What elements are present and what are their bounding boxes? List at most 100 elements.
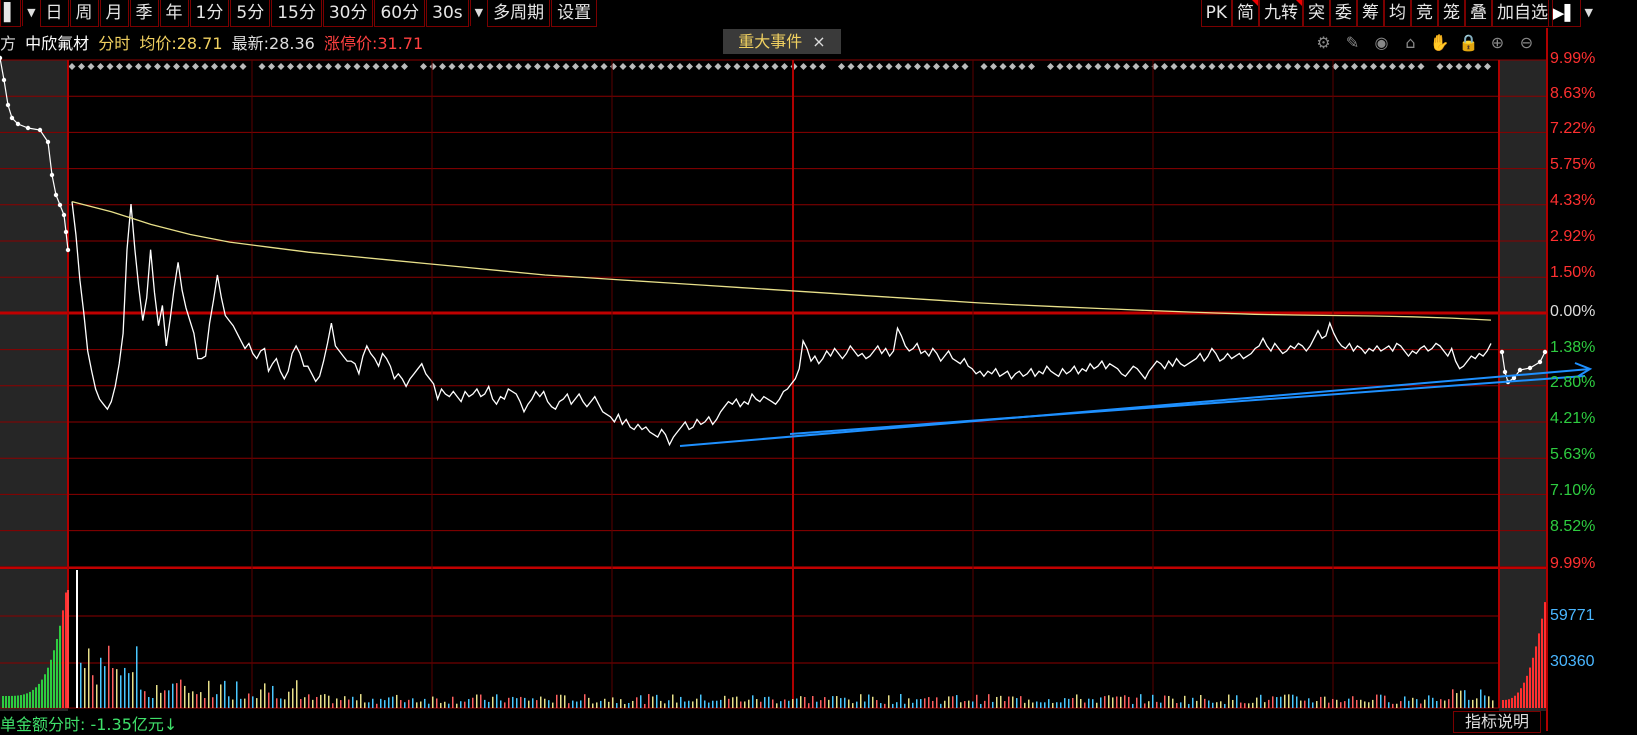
feature-button[interactable]: 九转: [1259, 0, 1303, 27]
zoom-out-icon[interactable]: ⊖: [1515, 32, 1538, 54]
feature-button[interactable]: 加自选: [1492, 0, 1553, 27]
volume-bar: [984, 700, 986, 708]
period-button[interactable]: 15分: [271, 0, 322, 27]
period-dropdown-icon[interactable]: ▼: [22, 0, 39, 26]
period-buttons: ▌ ▼ 日周月季年 1分 5分 15分 30分 60分 30s ▼ 多周期 设置: [0, 0, 598, 28]
volume-bar: [900, 694, 902, 708]
volume-bar: [1268, 699, 1270, 708]
volume-bar: [928, 697, 930, 708]
volume-bar: [644, 703, 646, 708]
feature-button[interactable]: 叠: [1465, 0, 1492, 27]
period-toolbar: ▌ ▼ 日周月季年 1分 5分 15分 30分 60分 30s ▼ 多周期 设置 PK 简九转突委筹均竞…: [0, 0, 1637, 28]
period-button[interactable]: 季: [129, 0, 159, 27]
volume-bar: [96, 684, 98, 708]
volume-bar: [292, 688, 294, 708]
volume-bar: [1523, 682, 1525, 708]
feature-button[interactable]: 突: [1303, 0, 1330, 27]
volume-bar: [1288, 694, 1290, 708]
period-button[interactable]: 60分: [374, 0, 426, 27]
period-button[interactable]: 周: [69, 0, 99, 27]
volume-bar: [444, 701, 446, 708]
volume-bar: [648, 694, 650, 708]
hand-icon[interactable]: ✋: [1428, 32, 1451, 54]
volume-bar: [11, 695, 13, 708]
volume-bar: [284, 699, 286, 708]
volume-bar: [1514, 695, 1516, 708]
volume-bar: [428, 703, 430, 708]
stock-info-bar: 方 中欣氟材 分时 均价:28.71 最新:28.36 涨停价:31.71: [0, 30, 427, 54]
toolbar-edge: ▌: [0, 0, 22, 27]
volume-bar: [204, 698, 206, 708]
eye-icon[interactable]: ◉: [1370, 32, 1393, 54]
volume-bar: [388, 697, 390, 708]
period-button[interactable]: 年: [159, 0, 189, 27]
volume-bar: [1208, 700, 1210, 708]
feature-button[interactable]: 筹: [1357, 0, 1384, 27]
volume-bar: [448, 703, 450, 708]
period-button[interactable]: 设置: [551, 0, 598, 27]
volume-bar: [1280, 696, 1282, 708]
major-event-tag[interactable]: 重大事件 ×: [723, 29, 841, 54]
period-button[interactable]: 1分: [189, 0, 230, 27]
volume-bar: [808, 703, 810, 708]
more-dropdown-icon[interactable]: ▼: [1581, 0, 1597, 26]
volume-bar: [548, 700, 550, 708]
lock-icon[interactable]: 🔒: [1457, 32, 1480, 54]
period-button[interactable]: 多周期: [487, 0, 551, 27]
bag-icon[interactable]: ⌂: [1399, 32, 1422, 54]
volume-bar: [524, 697, 526, 708]
volume-bar: [812, 696, 814, 708]
volume-bar: [1084, 702, 1086, 708]
volume-bar: [916, 699, 918, 708]
period-button[interactable]: 5分: [230, 0, 271, 27]
period-button[interactable]: 30分: [322, 0, 374, 27]
volume-bar: [1100, 697, 1102, 708]
volume-bar: [1144, 703, 1146, 708]
volume-bar: [1088, 698, 1090, 708]
stock-name[interactable]: 中欣氟材: [25, 34, 89, 53]
volume-bar: [1264, 702, 1266, 708]
volume-bar: [47, 667, 49, 708]
volume-bar: [148, 697, 150, 708]
volume-bar: [828, 699, 830, 708]
volume-bar: [104, 666, 106, 708]
volume-bar: [17, 695, 19, 708]
volume-bar: [1412, 697, 1414, 708]
volume-bar: [544, 698, 546, 708]
volume-bar: [41, 679, 43, 708]
pen-icon[interactable]: ✎: [1341, 32, 1364, 54]
period-button[interactable]: 30s: [426, 0, 469, 27]
period-button[interactable]: 月: [99, 0, 129, 27]
feature-button[interactable]: 均: [1384, 0, 1411, 27]
volume-bar: [80, 662, 82, 708]
period-button[interactable]: 日: [39, 0, 69, 27]
volume-bar: [988, 694, 990, 708]
axis-label-up: 1.50%: [1550, 264, 1596, 281]
exit-arrow-icon[interactable]: ▶▌: [1547, 0, 1581, 27]
volume-bar: [1368, 702, 1370, 708]
volume-bar: [1124, 695, 1126, 708]
chevron-down-icon[interactable]: ▼: [469, 0, 487, 26]
volume-bar: [316, 696, 318, 708]
indicator-help-button[interactable]: 指标说明: [1453, 711, 1541, 733]
zoom-in-icon[interactable]: ⊕: [1486, 32, 1509, 54]
gear-icon[interactable]: ⚙: [1312, 32, 1335, 54]
feature-button[interactable]: 简: [1232, 0, 1259, 27]
volume-bar: [1060, 702, 1062, 708]
volume-bar: [488, 701, 490, 708]
close-icon[interactable]: ×: [812, 32, 825, 51]
volume-bar: [1236, 695, 1238, 708]
volume-bar: [360, 694, 362, 708]
feature-button[interactable]: 笼: [1438, 0, 1465, 27]
feature-button[interactable]: PK: [1200, 0, 1232, 27]
volume-bar: [716, 700, 718, 708]
volume-bar: [1502, 700, 1504, 708]
feature-button[interactable]: 委: [1330, 0, 1357, 27]
volume-bar: [38, 683, 40, 708]
intraday-chart[interactable]: [0, 0, 1637, 731]
volume-bar: [1152, 694, 1154, 708]
feature-button[interactable]: 竞: [1411, 0, 1438, 27]
volume-bar: [400, 700, 402, 708]
volume-bar: [56, 638, 58, 708]
volume-bar: [668, 700, 670, 708]
